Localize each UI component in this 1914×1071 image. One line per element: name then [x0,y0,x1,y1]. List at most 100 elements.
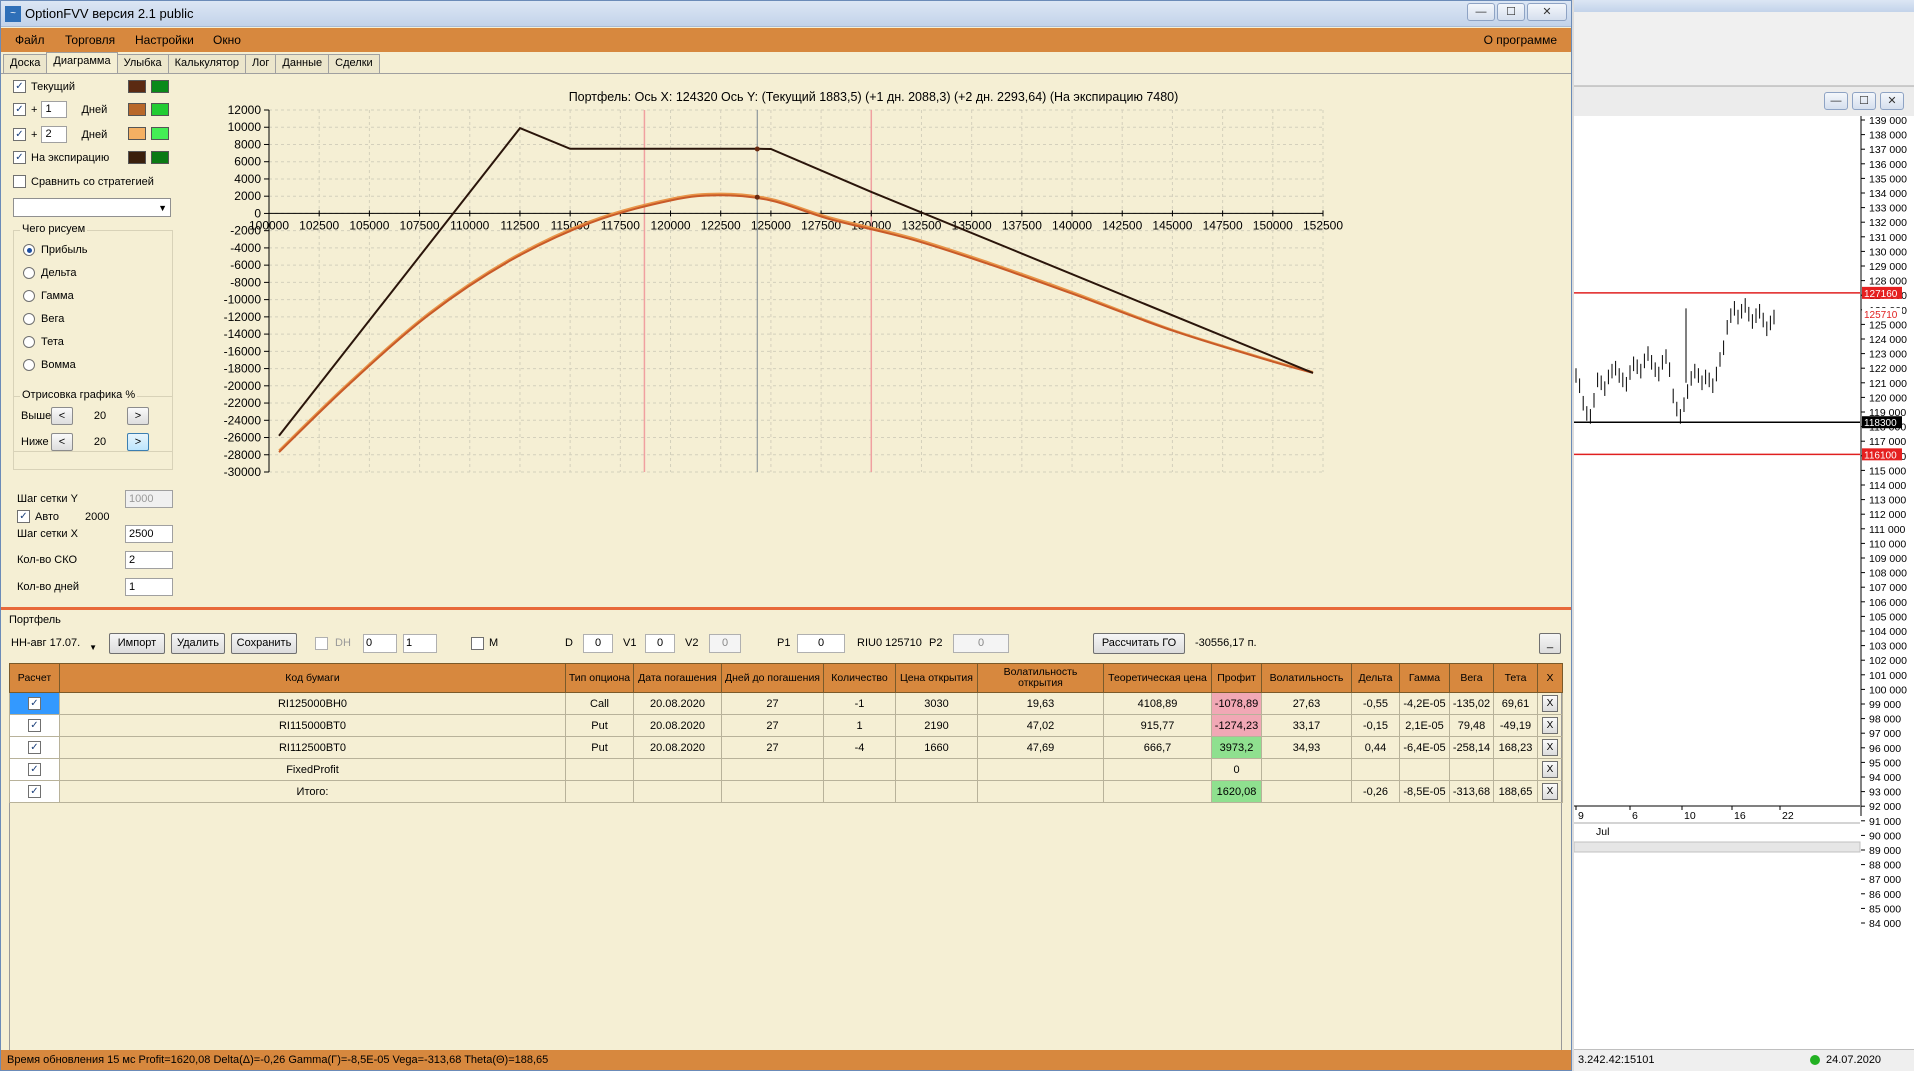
menu-window[interactable]: Окно [213,33,241,47]
compare-checkbox[interactable] [13,175,26,188]
price-chart[interactable]: 139 000 138 000 137 000 136 000 135 000 134 0… [1574,116,1914,1051]
column-header[interactable]: Тета [1493,663,1538,693]
radio-theta[interactable]: Тета [23,336,64,348]
menu-settings[interactable]: Настройки [135,33,194,47]
tab-log[interactable]: Лог [245,54,277,73]
below-decrease-button[interactable]: < [51,433,73,451]
calc-checkbox[interactable]: ✓ [9,758,60,781]
expiry-color-swatch-2[interactable] [151,151,169,164]
calc-go-button[interactable]: Рассчитать ГО [1093,633,1185,654]
checkbox-check-icon[interactable]: ✓ [28,785,41,798]
plus2-color-swatch-2[interactable] [151,127,169,140]
import-button[interactable]: Импорт [109,633,165,654]
calc-checkbox[interactable]: ✓ [9,736,60,759]
remove-row-button[interactable]: X [1537,714,1563,737]
column-header[interactable]: Дата погашения [633,663,722,693]
dh-checkbox[interactable] [315,637,328,650]
remove-row-button[interactable]: X [1537,780,1563,803]
remove-row-button[interactable]: X [1537,692,1563,715]
plus2-checkbox[interactable]: ✓ [13,128,26,141]
radio-profit[interactable]: Прибыль [23,244,88,256]
column-header[interactable]: Теоретическая цена [1103,663,1212,693]
close-icon[interactable]: X [1542,761,1558,778]
column-header[interactable]: Гамма [1399,663,1450,693]
dh-spinner-1[interactable]: 0 [363,634,397,653]
calc-checkbox[interactable]: ✓ [9,714,60,737]
p2-input[interactable]: 0 [953,634,1009,653]
radio-vega[interactable]: Вега [23,313,64,325]
menu-about[interactable]: О программе [1484,33,1557,47]
column-header[interactable]: Дней до погашения [721,663,824,693]
above-decrease-button[interactable]: < [51,407,73,425]
v1-input[interactable]: 0 [645,634,675,653]
remove-row-button[interactable]: X [1537,736,1563,759]
d-input[interactable]: 0 [583,634,613,653]
grid-y-input[interactable]: 1000 [125,490,173,508]
collapse-button[interactable]: _ [1539,633,1561,654]
calc-checkbox[interactable]: ✓ [9,692,60,715]
column-header[interactable]: Волатильность [1261,663,1352,693]
calc-checkbox[interactable]: ✓ [9,780,60,803]
strategy-select[interactable]: ▼ [13,198,171,217]
column-header[interactable]: Дельта [1351,663,1400,693]
column-header[interactable]: Код бумаги [59,663,566,693]
plus1-color-swatch[interactable] [128,103,146,116]
plus1-days-input[interactable]: 1 [41,101,68,118]
radio-vomma[interactable]: Вомма [23,359,76,371]
tab-data[interactable]: Данные [275,54,330,73]
table-row[interactable]: ✓ RI115000BT0 Put 20.08.2020 27 1 2190 47,02 915… [9,714,1563,737]
dh-spinner-2[interactable]: 1 [403,634,437,653]
remove-row-button[interactable]: X [1537,758,1563,781]
column-header[interactable]: Расчет [9,663,60,693]
column-header[interactable]: Профит [1211,663,1262,693]
maximize-button[interactable]: ☐ [1497,3,1525,21]
plus1-checkbox[interactable]: ✓ [13,103,26,116]
p1-input[interactable]: 0 [797,634,845,653]
table-row[interactable]: ✓ RI112500BT0 Put 20.08.2020 27 -4 1660 47,69 66… [9,736,1563,759]
checkbox-check-icon[interactable]: ✓ [28,763,41,776]
chart-maximize-button[interactable]: ☐ [1852,92,1876,110]
column-header[interactable]: X [1537,663,1563,693]
v2-input[interactable]: 0 [709,634,741,653]
tab-diagram[interactable]: Диаграмма [46,52,118,73]
save-button[interactable]: Сохранить [231,633,297,654]
close-icon[interactable]: X [1542,717,1558,734]
table-row[interactable]: ✓ RI125000BH0 Call 20.08.2020 27 -1 3030 19,63 4… [9,692,1563,715]
radio-gamma[interactable]: Гамма [23,290,74,302]
column-header[interactable]: Цена открытия [895,663,978,693]
m-checkbox[interactable] [471,637,484,650]
above-increase-button[interactable]: > [127,407,149,425]
minimize-button[interactable]: — [1467,3,1495,21]
grid-x-input[interactable]: 2500 [125,525,173,543]
checkbox-check-icon[interactable]: ✓ [28,697,41,710]
close-icon[interactable]: X [1542,739,1558,756]
current-checkbox[interactable]: ✓ [13,80,26,93]
column-header[interactable]: Волатильность открытия [977,663,1104,693]
plus2-days-input[interactable]: 2 [41,126,68,143]
checkbox-check-icon[interactable]: ✓ [28,741,41,754]
tab-calculator[interactable]: Калькулятор [167,54,247,73]
current-color-swatch-2[interactable] [151,80,169,93]
radio-delta[interactable]: Дельта [23,267,77,279]
below-increase-button[interactable]: > [127,433,149,451]
close-icon[interactable]: X [1542,783,1558,800]
menu-file[interactable]: Файл [15,33,45,47]
table-row[interactable]: ✓ Итого: 1620,08 -0,26 -8,5E-05 -313,68 188,65… [9,780,1563,803]
table-row[interactable]: ✓ FixedProfit 0 X [9,758,1563,781]
tab-deals[interactable]: Сделки [328,54,380,73]
portfolio-select[interactable]: НН-авг 17.07. ▼ [7,634,101,653]
panel-splitter[interactable] [1,607,1571,610]
chart-minimize-button[interactable]: — [1824,92,1848,110]
ndays-input[interactable]: 1 [125,578,173,596]
expiry-color-swatch[interactable] [128,151,146,164]
plus2-color-swatch[interactable] [128,127,146,140]
expiry-checkbox[interactable]: ✓ [13,151,26,164]
delete-button[interactable]: Удалить [171,633,225,654]
column-header[interactable]: Количество [823,663,896,693]
close-icon[interactable]: X [1542,695,1558,712]
checkbox-check-icon[interactable]: ✓ [28,719,41,732]
column-header[interactable]: Тип опциона [565,663,634,693]
menu-trade[interactable]: Торговля [65,33,115,47]
tab-smile[interactable]: Улыбка [116,54,169,73]
chart-close-button[interactable]: ✕ [1880,92,1904,110]
